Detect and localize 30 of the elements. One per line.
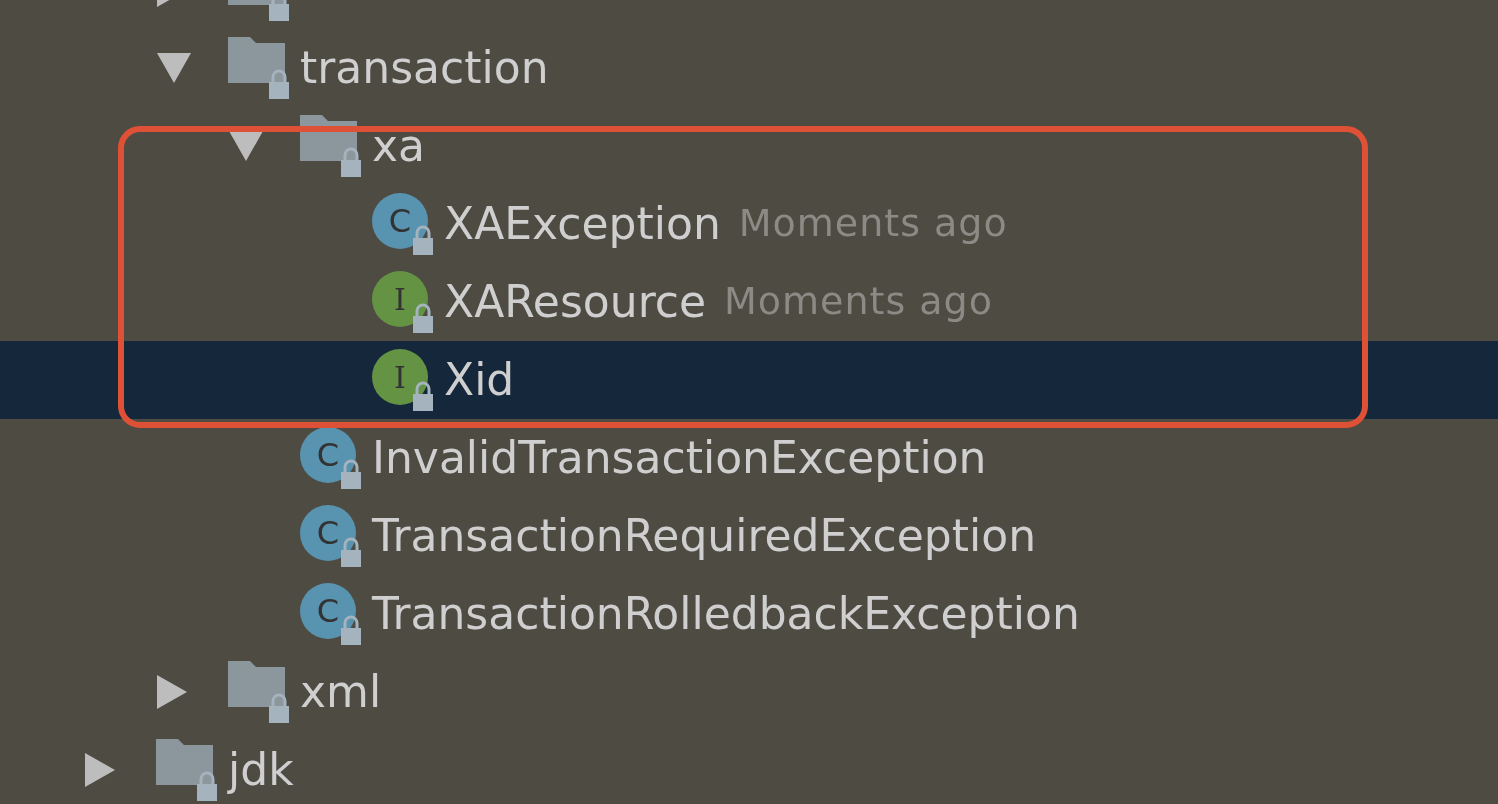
collapse-arrow-icon[interactable] <box>157 675 187 709</box>
folder-name: jdk <box>228 746 294 794</box>
folder-icon <box>300 115 362 177</box>
expand-arrow-icon[interactable] <box>229 131 263 161</box>
file-name: TransactionRequiredException <box>372 512 1037 560</box>
file-name: TransactionRolledbackException <box>372 590 1080 638</box>
folder-icon <box>228 661 290 723</box>
collapse-arrow-icon[interactable] <box>85 753 115 787</box>
tree-row[interactable]: jdk <box>0 731 1498 804</box>
file-name: XAResource <box>444 278 707 326</box>
tree-row[interactable]: I Xid <box>0 341 1498 419</box>
tree-row[interactable]: xa <box>0 107 1498 185</box>
tree-row[interactable]: C XAException Moments ago <box>0 185 1498 263</box>
folder-name: xa <box>372 122 425 170</box>
modified-time: Moments ago <box>738 203 1008 245</box>
tree-row[interactable]: C InvalidTransactionException <box>0 419 1498 497</box>
file-name: InvalidTransactionException <box>372 434 987 482</box>
tree-row[interactable]: C TransactionRequiredException <box>0 497 1498 575</box>
modified-time: Moments ago <box>724 281 993 323</box>
file-name: XAException <box>444 200 721 248</box>
tree-row[interactable]: transaction <box>0 29 1498 107</box>
folder-name: xml <box>300 668 382 716</box>
folder-icon <box>156 739 218 801</box>
tree-row[interactable]: C TransactionRolledbackException <box>0 575 1498 653</box>
expand-arrow-icon[interactable] <box>157 53 191 83</box>
folder-name: transaction <box>300 44 549 92</box>
file-name: Xid <box>444 356 515 404</box>
tree-row[interactable]: I XAResource Moments ago <box>0 263 1498 341</box>
folder-icon <box>228 37 290 99</box>
tree-row[interactable]: xml <box>0 653 1498 731</box>
